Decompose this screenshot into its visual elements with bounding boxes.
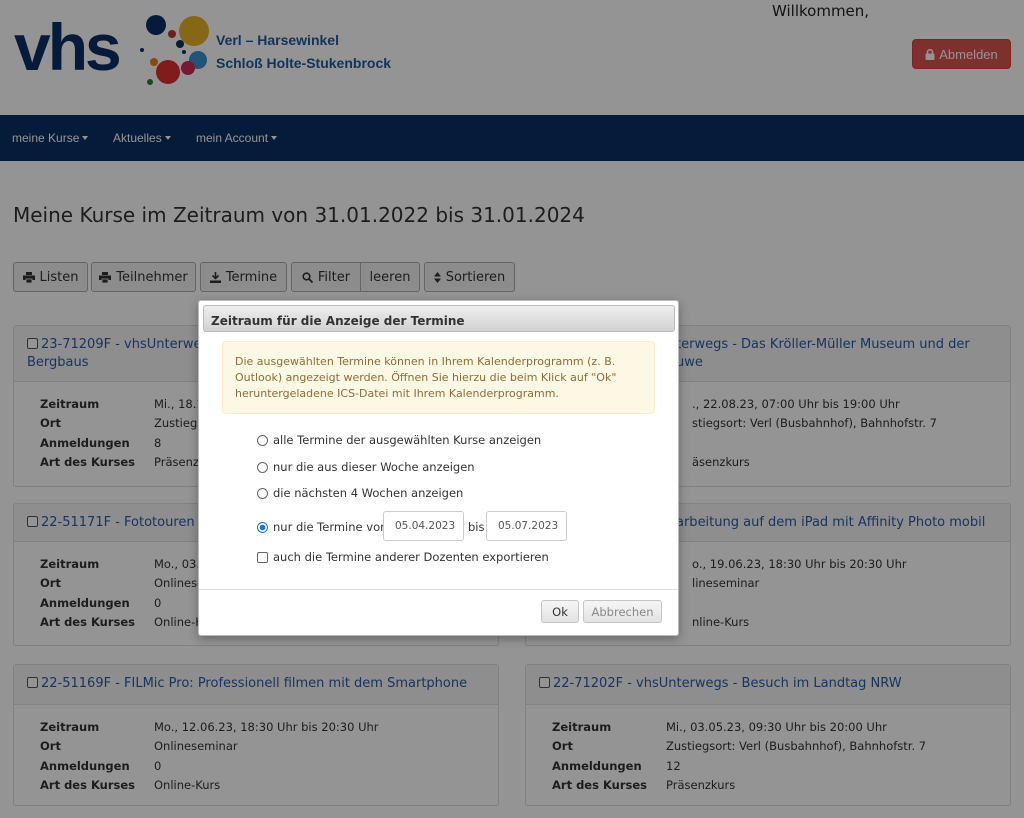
option-range[interactable]: nur die Termine von: [257, 520, 387, 534]
date-to-input[interactable]: 05.07.2023: [486, 511, 567, 541]
option-label: nur die Termine von: [273, 520, 388, 534]
option-all[interactable]: alle Termine der ausgewählten Kurse anze…: [257, 433, 541, 447]
option-label: alle Termine der ausgewählten Kurse anze…: [273, 433, 542, 447]
ok-button[interactable]: Ok: [541, 600, 579, 623]
termine-dialog: Zeitraum für die Anzeige der Termine Die…: [198, 300, 679, 636]
option-week[interactable]: nur die aus dieser Woche anzeigen: [257, 460, 475, 474]
radio-button[interactable]: [257, 461, 268, 473]
info-alert: Die ausgewählten Termine können in Ihrem…: [222, 341, 655, 414]
radio-button[interactable]: [257, 487, 268, 499]
option-other-lecturers[interactable]: auch die Termine anderer Dozenten export…: [257, 550, 549, 564]
bis-label: bis: [468, 520, 485, 534]
dialog-divider: [199, 589, 678, 590]
cancel-button[interactable]: Abbrechen: [583, 600, 662, 623]
radio-button-selected[interactable]: [257, 521, 268, 533]
radio-button[interactable]: [257, 434, 268, 446]
dialog-title[interactable]: Zeitraum für die Anzeige der Termine: [203, 305, 675, 332]
option-label: nur die aus dieser Woche anzeigen: [273, 460, 475, 474]
date-from-input[interactable]: 05.04.2023: [383, 511, 464, 541]
option-label: auch die Termine anderer Dozenten export…: [273, 550, 549, 564]
export-others-checkbox[interactable]: [257, 551, 268, 563]
option-4weeks[interactable]: die nächsten 4 Wochen anzeigen: [257, 486, 463, 500]
option-label: die nächsten 4 Wochen anzeigen: [273, 486, 464, 500]
